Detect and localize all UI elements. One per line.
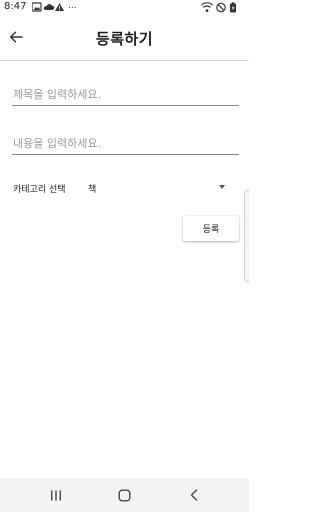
submit-button[interactable]: 등록 <box>183 216 239 241</box>
wifi-icon <box>201 2 213 12</box>
edge-panel-handle[interactable] <box>244 190 249 282</box>
category-select[interactable]: 책 <box>84 177 229 197</box>
recent-apps-button[interactable] <box>46 486 66 504</box>
chevron-left-icon <box>190 489 198 501</box>
battery-icon <box>230 2 236 13</box>
cloud-icon <box>43 4 55 10</box>
navigation-bar <box>0 478 249 512</box>
category-value: 책 <box>88 185 97 195</box>
dropdown-arrow-icon <box>219 185 225 189</box>
gallery-icon <box>32 2 42 12</box>
status-time: 8:47 <box>4 1 27 12</box>
app-bar: 등록하기 <box>0 15 249 61</box>
title-input[interactable] <box>12 84 239 106</box>
home-button[interactable] <box>114 486 134 504</box>
status-notification-icons: ··· <box>32 2 77 14</box>
category-label: 카테고리 선택 <box>13 185 66 195</box>
recent-apps-icon <box>51 490 61 500</box>
status-system-icons <box>201 2 236 13</box>
nav-back-button[interactable] <box>184 486 204 504</box>
home-icon <box>118 489 131 502</box>
page-title: 등록하기 <box>95 30 154 48</box>
content-input[interactable] <box>12 133 239 155</box>
more-notifications-icon: ··· <box>68 4 77 14</box>
do-not-disturb-icon <box>216 2 226 13</box>
status-bar: 8:47 ··· <box>0 0 249 15</box>
warning-icon <box>55 3 64 11</box>
